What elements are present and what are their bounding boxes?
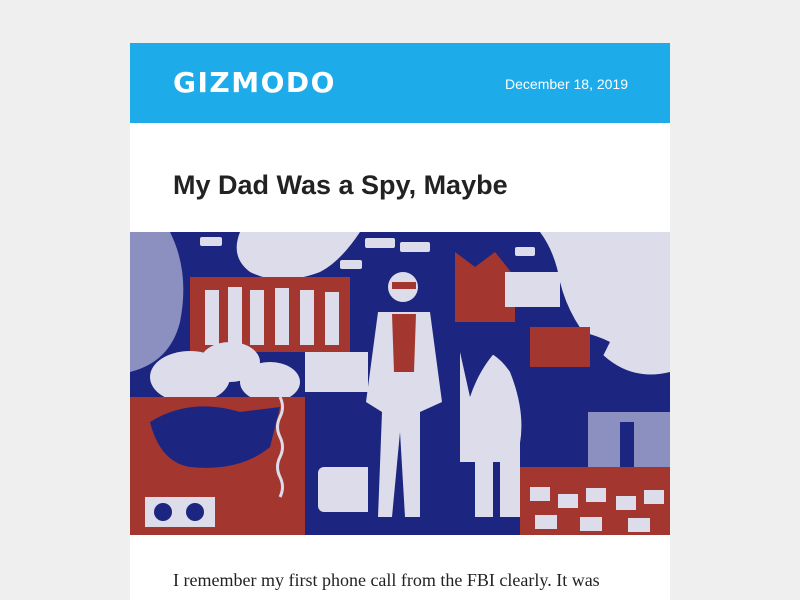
collage-center-man-shirt bbox=[392, 314, 416, 372]
article-title[interactable]: My Dad Was a Spy, Maybe bbox=[173, 168, 508, 202]
collage-van bbox=[318, 467, 373, 512]
collage-flag-stripe bbox=[530, 327, 590, 367]
collage-figure-right bbox=[620, 422, 634, 467]
collage-center-man-glasses bbox=[392, 282, 416, 289]
collage-lighter bbox=[505, 272, 560, 307]
newsletter-header: GIZMODO December 18, 2019 bbox=[130, 43, 670, 123]
newsletter-email: GIZMODO December 18, 2019 My Dad Was a S… bbox=[130, 43, 670, 600]
gizmodo-logo[interactable]: GIZMODO bbox=[173, 67, 336, 99]
issue-date: December 18, 2019 bbox=[505, 76, 628, 92]
hero-collage-image[interactable] bbox=[130, 232, 670, 535]
article-excerpt: I remember my first phone call from the … bbox=[173, 570, 600, 590]
